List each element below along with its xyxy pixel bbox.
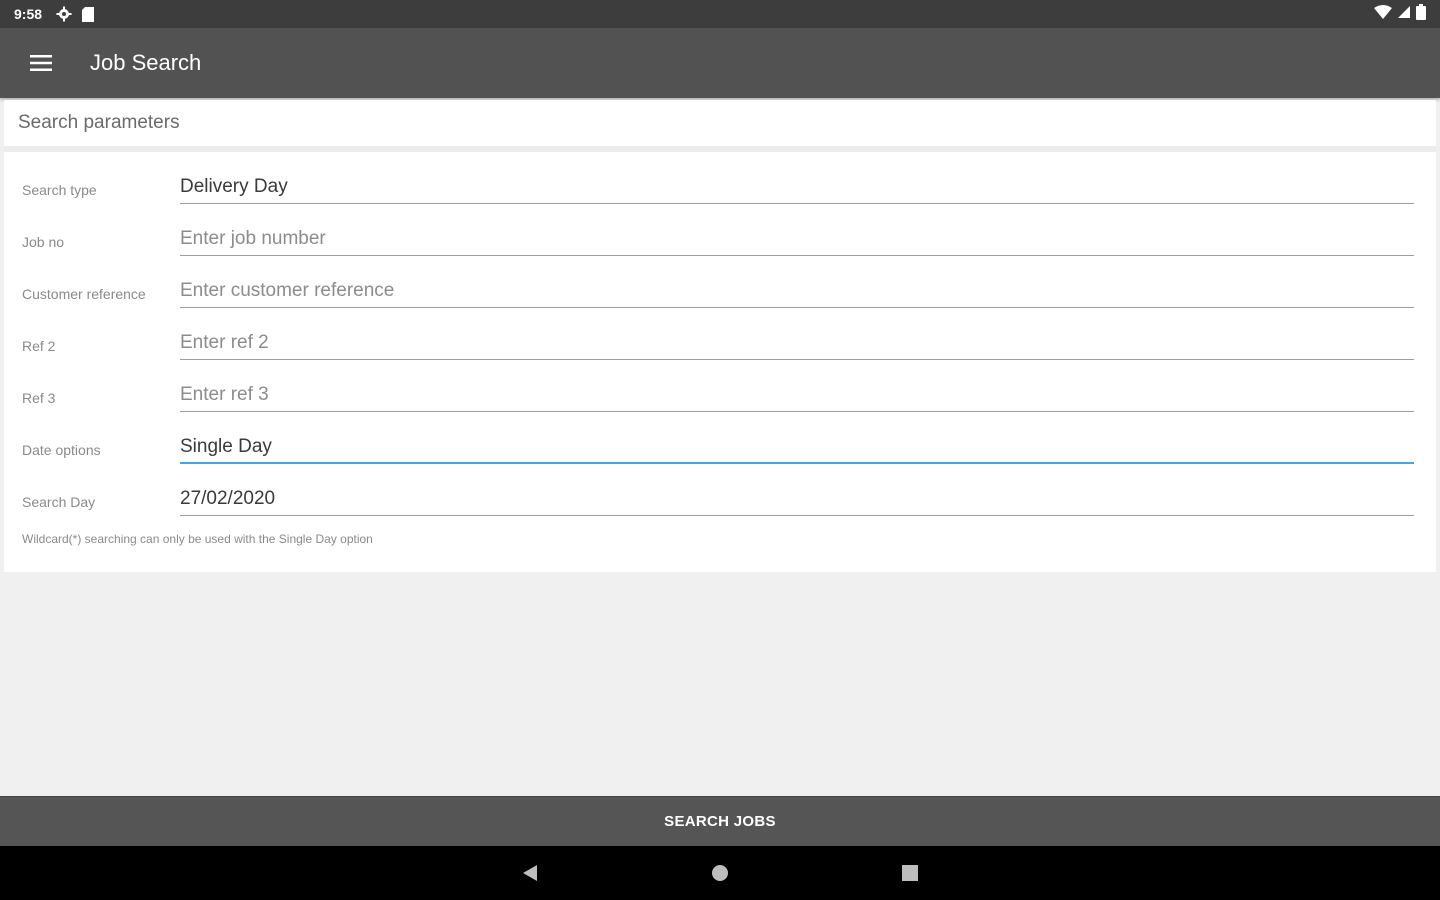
field-label: Job no — [22, 234, 65, 250]
recents-icon[interactable] — [895, 858, 925, 888]
field-row-ref2: Ref 2 Enter ref 2 — [4, 314, 1436, 366]
ref3-input[interactable]: Enter ref 3 — [180, 384, 1414, 412]
search-jobs-button[interactable]: SEARCH JOBS — [0, 796, 1440, 846]
field-row-search-type: Search type Delivery Day — [4, 158, 1436, 210]
job-no-input[interactable]: Enter job number — [180, 228, 1414, 256]
field-label: Search type — [22, 182, 97, 198]
search-day-date-field[interactable]: 27/02/2020 — [180, 488, 1414, 516]
field-label: Ref 3 — [22, 390, 56, 406]
wildcard-note: Wildcard(*) searching can only be used w… — [22, 532, 373, 546]
status-time: 9:58 — [14, 6, 43, 22]
wifi-icon — [1374, 4, 1392, 24]
field-row-date-options: Date options Single Day — [4, 418, 1436, 470]
field-row-search-day: Search Day 27/02/2020 — [4, 470, 1436, 522]
back-icon[interactable] — [515, 858, 545, 888]
field-row-job-no: Job no Enter job number — [4, 210, 1436, 262]
search-parameters-card: Search parameters Search type Delivery D… — [4, 100, 1436, 572]
status-bar: 9:58 — [0, 0, 1440, 28]
page-title: Job Search — [90, 50, 202, 75]
ref2-input[interactable]: Enter ref 2 — [180, 332, 1414, 360]
gear-icon — [56, 6, 72, 22]
customer-reference-input[interactable]: Enter customer reference — [180, 280, 1414, 308]
search-type-dropdown[interactable]: Delivery Day — [180, 176, 1414, 204]
hamburger-menu-icon[interactable] — [20, 42, 62, 84]
field-label: Date options — [22, 442, 101, 458]
field-row-customer-reference: Customer reference Enter customer refere… — [4, 262, 1436, 314]
card-header: Search parameters — [4, 100, 1436, 152]
field-label: Ref 2 — [22, 338, 56, 354]
signal-icon — [1398, 5, 1410, 23]
field-label: Customer reference — [22, 286, 146, 302]
system-nav-bar — [0, 846, 1440, 900]
field-label: Search Day — [22, 494, 96, 510]
home-icon[interactable] — [705, 858, 735, 888]
app-bar: Job Search — [0, 28, 1440, 98]
battery-icon — [1416, 3, 1426, 25]
field-row-ref3: Ref 3 Enter ref 3 — [4, 366, 1436, 418]
date-options-dropdown[interactable]: Single Day — [180, 436, 1414, 464]
sd-card-icon — [82, 6, 95, 22]
